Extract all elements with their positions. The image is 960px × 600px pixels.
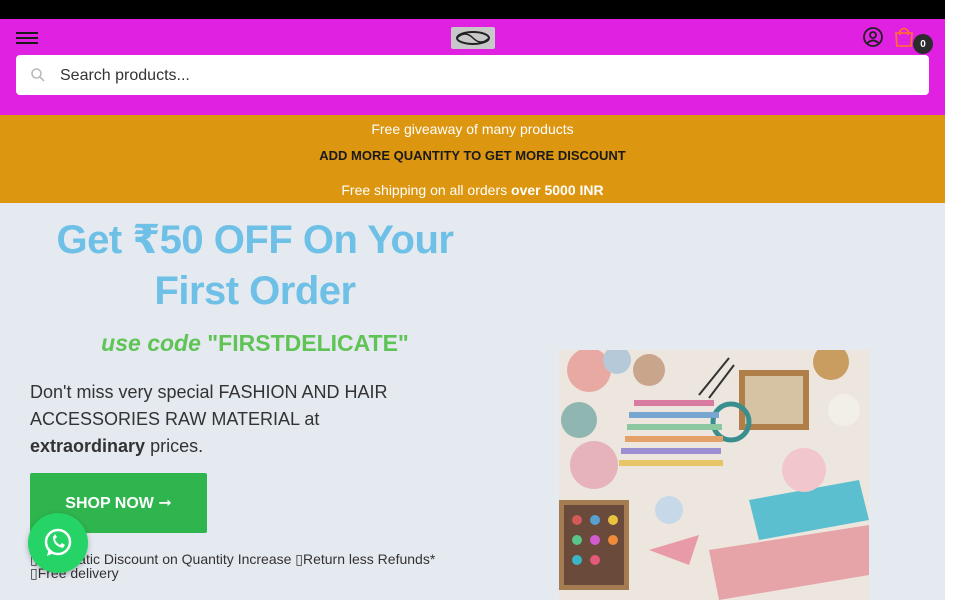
search-input[interactable] [58,55,912,97]
cart-count-badge: 0 [913,34,933,54]
coupon-code-line: use code "FIRSTDELICATE" [30,330,480,357]
search-icon [30,67,46,83]
promo-shipping-text: Free shipping on all orders over 5000 IN… [0,182,945,198]
promo-banner: Free giveaway of many products ADD MORE … [0,115,945,203]
logo-mark-icon [456,31,490,45]
coupon-code-label: use code [101,330,208,356]
promo-shipping-prefix: Free shipping on all orders [341,182,512,198]
hero-description-text: Don't miss very special FASHION AND HAIR… [30,382,388,429]
shopping-bag-icon[interactable] [893,26,915,48]
feature-item: ▯Return less Refunds* [295,551,436,567]
whatsapp-icon [44,528,72,556]
hair-accessories-product-image [559,350,869,600]
promo-discount-text: ADD MORE QUANTITY TO GET MORE DISCOUNT [319,148,626,163]
top-black-bar [0,0,945,19]
hero-title: Get ₹50 OFF On Your First Order [56,218,454,313]
feature-list: ▯Automatic Discount on Quantity Increase… [30,552,510,580]
account-icon[interactable] [862,26,884,48]
search-bar [16,55,929,97]
hero-description-emphasis: extraordinary [30,436,146,456]
whatsapp-chat-button[interactable] [28,513,88,573]
site-logo[interactable] [451,27,495,49]
coupon-code-value: "FIRSTDELICATE" [207,330,409,356]
hero-description-suffix: prices. [145,436,204,456]
hero-section: Get ₹50 OFF On Your First Order use code… [0,203,945,600]
hero-description: Don't miss very special FASHION AND HAIR… [30,379,390,460]
promo-giveaway-text: Free giveaway of many products [371,121,574,137]
promo-shipping-threshold: over 5000 INR [511,182,604,198]
hamburger-menu-icon[interactable] [16,29,38,47]
